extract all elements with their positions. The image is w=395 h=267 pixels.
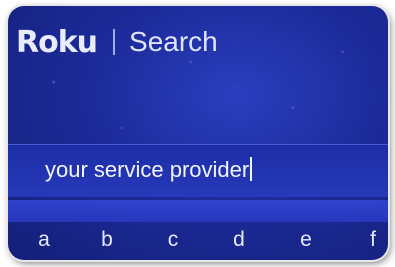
header: Roku Search xyxy=(16,22,218,62)
key-f[interactable]: f xyxy=(358,228,388,252)
key-a[interactable]: a xyxy=(29,228,59,252)
roku-logo: Roku xyxy=(16,24,98,60)
header-divider xyxy=(113,29,116,55)
key-c[interactable]: c xyxy=(158,228,188,252)
key-e[interactable]: e xyxy=(291,228,321,252)
key-d[interactable]: d xyxy=(224,228,254,252)
search-input[interactable]: your service provider xyxy=(8,144,388,197)
search-query-text: your service provider xyxy=(45,157,253,183)
page-title: Search xyxy=(129,26,218,57)
text-cursor xyxy=(250,157,253,181)
roku-search-screen: Roku Search your service provider a b c … xyxy=(8,6,388,260)
keyboard-highlight-band xyxy=(8,200,388,222)
search-query-value: your service provider xyxy=(45,157,250,182)
on-screen-keyboard: a b c d e f xyxy=(8,226,388,260)
key-b[interactable]: b xyxy=(92,228,122,252)
